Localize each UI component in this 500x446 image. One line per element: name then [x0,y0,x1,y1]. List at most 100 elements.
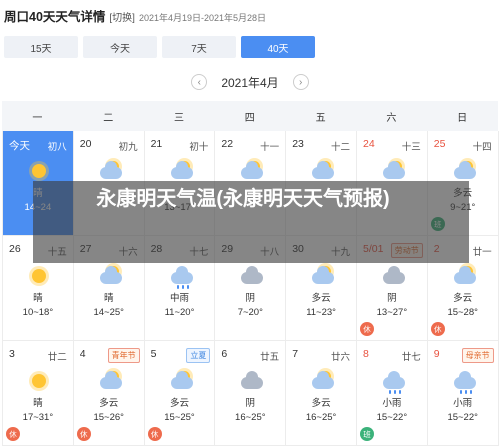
cloudy-icon [169,161,193,181]
workday-badge: 班 [359,427,374,441]
temperature-range: 15~28° [447,307,478,318]
cloudy-icon [452,161,476,181]
cloudy-icon [310,371,335,391]
day-number: 25 [433,138,446,150]
weather-condition: 多云 [453,293,473,304]
weekday-header: 一 二 三 四 五 六 日 [2,101,498,131]
lunar-date: 廿五 [260,352,280,363]
cloudy-icon [381,161,405,181]
holiday-badge: 休 [430,322,445,336]
day-number: 26 [9,243,21,255]
weather-condition: 多云 [169,398,189,409]
rain-icon [169,266,193,289]
lunar-date: 初十 [189,142,209,153]
day-number: 6 [221,348,228,360]
cloudy-icon [98,371,122,391]
page-header: 周口40天天气详情 [切换] 2021年4月19日-2021年5月28日 [4,6,266,28]
tab-7-days[interactable]: 7天 [162,36,236,58]
day-cell[interactable]: 9 母亲节小雨 15~22° [427,341,499,446]
chevron-right-icon: › [299,76,303,88]
lunar-date: 廿二 [47,352,67,363]
cloudy-icon [98,266,122,286]
weather-condition: 多云 [99,398,119,409]
sunny-icon [27,161,51,181]
switch-city-link[interactable]: [切换] [109,9,135,24]
temperature-range: 15~26° [93,412,124,423]
festival-tag: 青年节 [107,348,140,363]
overlay-caption: 永康明天气温(永康明天天气预报) [96,188,390,210]
temperature-range: 15~25° [164,412,195,423]
temperature-range: 11~23° [306,307,336,318]
range-tabs: 15天 今天 7天 40天 [4,36,320,58]
festival-tag: 立夏 [186,348,211,363]
temperature-range: 13~27° [376,307,408,318]
day-number: 9 [433,348,440,360]
day-cell[interactable]: 7 廿六 多云 16~25° [286,341,357,446]
day-cell[interactable]: 8 廿七 小雨 15~22° 班 [356,341,428,446]
weather-condition: 中雨 [169,293,189,304]
day-cell[interactable]: 5 立夏多云 15~25° 休 [144,341,216,446]
day-cell[interactable]: 3 廿二晴 17~31° 休 [3,341,74,446]
day-number: 3 [9,348,15,360]
sunny-icon [27,266,51,286]
lunar-date: 十三 [401,142,421,153]
day-number: 20 [79,138,92,150]
lunar-date: 十一 [260,142,280,153]
temperature-range: 7~20° [237,307,263,318]
temperature-range: 15~22° [447,412,478,423]
prev-month-button[interactable]: ‹ [191,74,208,90]
page-title: 周口40天天气详情 [4,10,106,24]
day-cell[interactable]: 6 廿五阴 16~25° [215,341,287,446]
cloudy-icon [310,161,335,181]
weekday-label: 日 [457,112,468,124]
tab-15-days[interactable]: 15天 [4,36,78,58]
day-number: 23 [292,138,304,150]
tab-today[interactable]: 今天 [83,36,157,58]
month-navigator: ‹ 2021年4月 › [0,72,500,92]
lunar-date: 初八 [47,142,67,153]
calendar: 一 二 三 四 五 六 日 今天初八晴14~2420初九21初十13~17°22… [2,101,499,446]
day-number: 21 [150,138,163,150]
lunar-date: 廿七 [401,352,421,363]
weather-condition: 阴 [387,293,397,304]
overcast-icon [381,266,405,286]
holiday-badge: 休 [147,427,162,441]
chevron-left-icon: ‹ [197,76,201,88]
holiday-badge: 休 [76,427,91,441]
weather-condition: 多云 [311,398,331,409]
day-number: 今天 [9,140,30,152]
rain-icon [452,371,476,394]
day-cell[interactable]: 4 青年节 多云 15~26° 休 [73,341,145,446]
weather-condition: 阴 [245,293,256,304]
day-number: 5 [150,348,157,360]
festival-tag: 母亲节 [461,348,494,363]
next-month-button[interactable]: › [292,74,309,90]
lunar-date: 初九 [118,142,138,153]
temperature-range: 11~20° [164,307,195,318]
date-range: 2021年4月19日-2021年5月28日 [138,13,267,23]
holiday-badge: 休 [359,322,374,336]
lunar-date: 十四 [472,142,492,153]
weekday-label: 三 [173,112,184,124]
sunny-icon [27,371,51,391]
month-label: 2021年4月 [221,75,279,90]
overcast-icon [239,266,264,286]
day-number: 22 [221,138,234,150]
overcast-icon [239,371,264,391]
temperature-range: 15~22° [376,412,408,423]
weather-condition: 晴 [33,293,43,304]
weather-condition: 晴 [103,293,114,304]
rain-icon [381,371,405,394]
weekday-label: 四 [244,112,255,124]
weather-condition: 晴 [33,398,43,409]
weather-condition: 小雨 [453,398,473,409]
temperature-range: 16~25° [305,412,337,423]
weekday-label: 六 [386,112,397,124]
holiday-badge: 休 [6,427,20,441]
temperature-range: 10~18° [22,307,54,318]
weather-condition: 小雨 [382,398,402,409]
tab-40-days[interactable]: 40天 [241,36,315,58]
day-grid: 今天初八晴14~2420初九21初十13~17°22十一23十二24十三25十四… [2,131,499,446]
cloudy-icon [452,266,476,286]
cloudy-icon [239,161,264,181]
